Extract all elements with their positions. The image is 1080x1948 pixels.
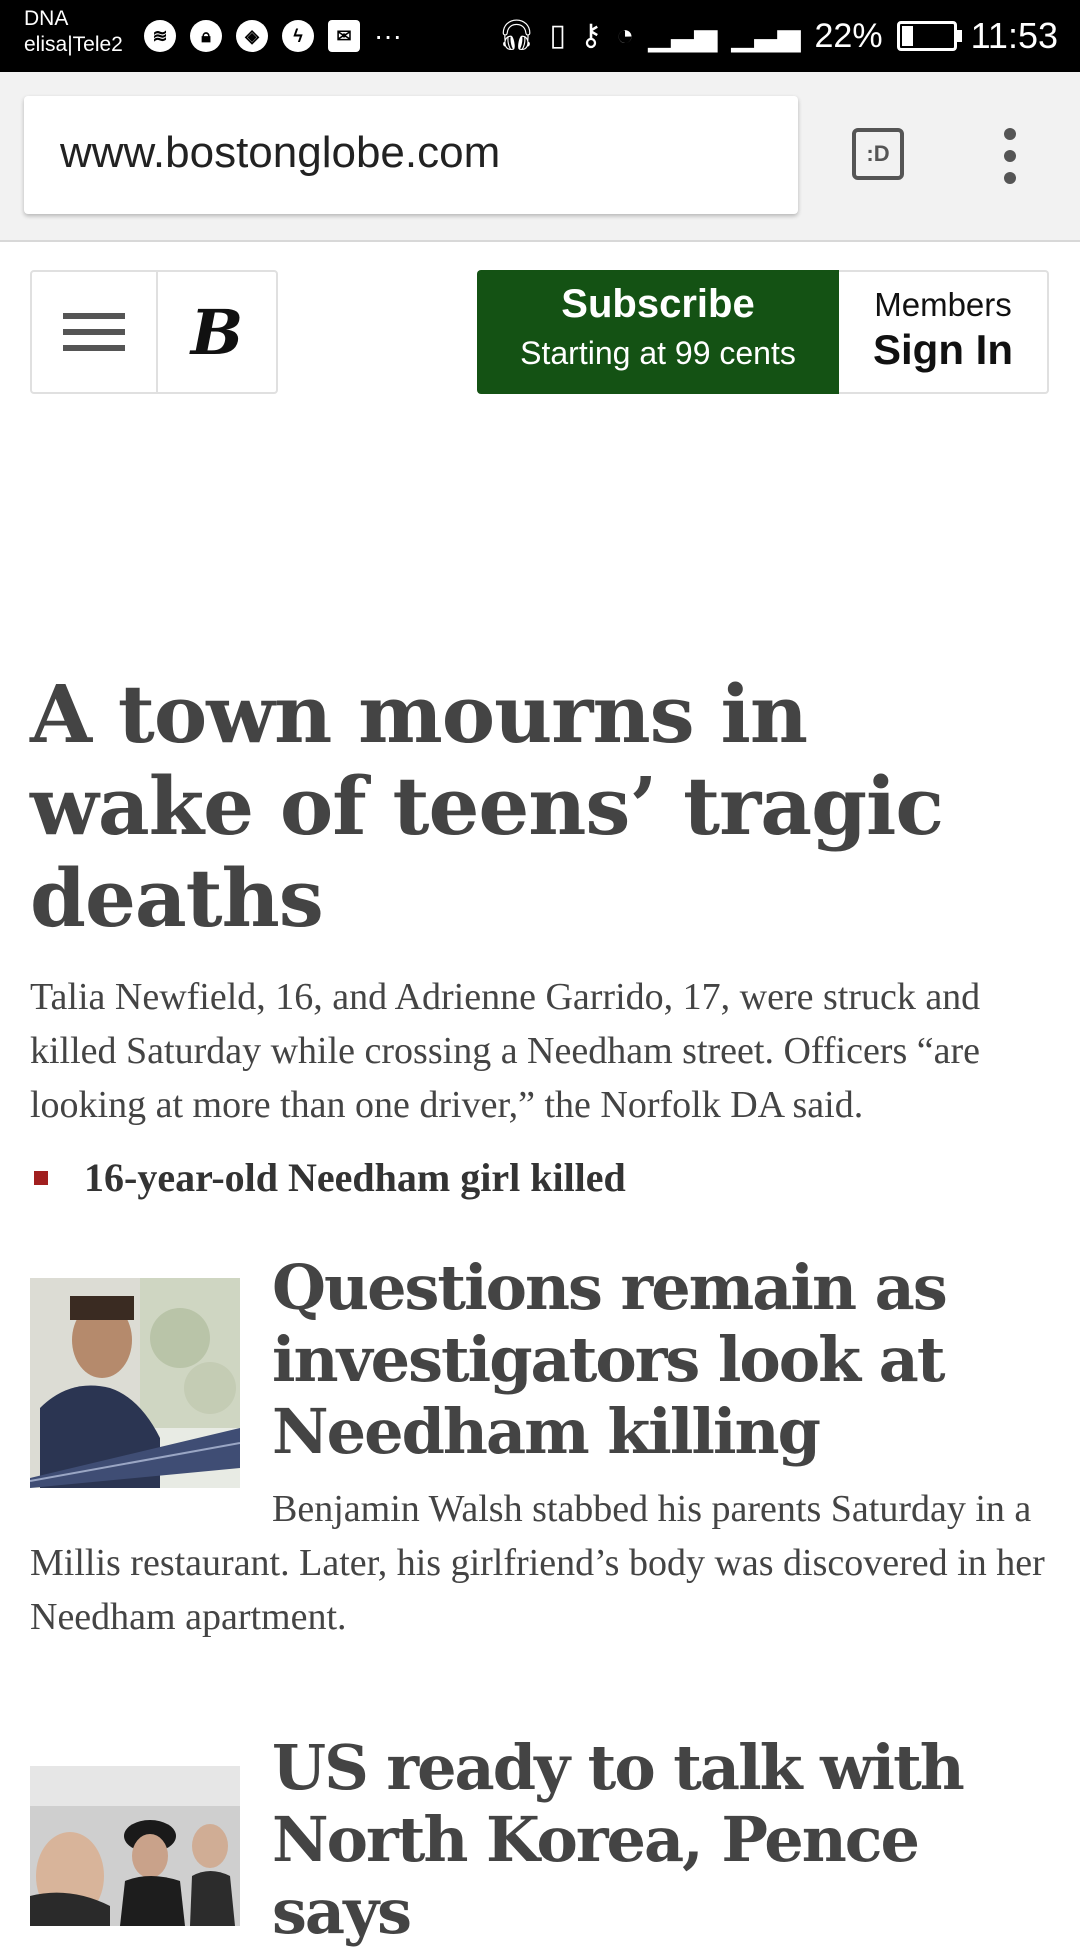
lead-summary: Talia Newfield, 16, and Adrienne Garrido… [30,976,981,1126]
overflow-menu-button[interactable] [996,128,1024,184]
headphones-icon: 🎧︎ [497,19,536,52]
story-card: US ready to talk with North Korea, Pence… [30,1732,1050,1948]
vibrate-icon: ▯ [549,19,566,52]
vpn-key-icon: ⚷ [579,19,602,52]
menu-dot-icon [1004,150,1016,162]
officials-image [30,1766,240,1926]
menu-dot-icon [1004,172,1016,184]
lead-story: A town mourns in wake of teens’ tragic d… [30,668,1050,1201]
boston-globe-logo[interactable]: B [158,272,276,392]
nav-button-group: B [30,270,278,394]
url-text[interactable]: www.bostonglobe.com [60,128,500,178]
carrier-secondary: elisa|Tele2 [24,33,123,56]
hamburger-menu-button[interactable] [32,272,158,392]
mail-icon: ✉ [328,20,360,52]
hamburger-line [63,329,125,335]
notification-icons: ≋ 🔒︎ ◈ ϟ ✉ ··· [144,20,402,52]
related-link[interactable]: 16-year-old Needham girl killed [84,1154,626,1201]
lock-icon: 🔒︎ [190,20,222,52]
man-with-guitar-image [30,1278,240,1488]
clock: 11:53 [970,15,1058,56]
more-notifications-icon: ··· [374,20,402,51]
browser-toolbar: www.bostonglobe.com :D [0,72,1080,242]
address-bar[interactable]: www.bostonglobe.com [24,96,798,214]
subscribe-title: Subscribe [561,282,755,326]
tab-switcher-button[interactable]: :D [852,128,904,180]
hamburger-line [63,313,125,319]
spotify-icon: ≋ [144,20,176,52]
menu-dot-icon [1004,128,1016,140]
signal-icon: ▁▃▅ [648,19,718,52]
story-headline[interactable]: US ready to talk with North Korea, Pence… [272,1732,1050,1948]
status-bar: DNA elisa|Tele2 ≋ 🔒︎ ◈ ϟ ✉ ··· 🎧︎ ▯ ⚷ ◔ … [0,0,1080,72]
battery-fill [901,26,914,46]
story-headline[interactable]: Questions remain as investigators look a… [272,1252,1050,1468]
subscribe-button[interactable]: Subscribe Starting at 99 cents [477,270,839,394]
battery-percent: 22% [814,16,883,55]
story-thumbnail[interactable] [30,1766,240,1926]
signal-roaming-icon: ▁▃▅ [731,19,801,52]
hamburger-line [63,345,125,351]
members-label: Members [874,286,1012,323]
story-summary: Benjamin Walsh stabbed his parents Satur… [30,1488,1045,1638]
lead-headline[interactable]: A town mourns in wake of teens’ tragic d… [30,668,1050,944]
subscribe-subtitle: Starting at 99 cents [520,335,796,371]
system-status: 🎧︎ ▯ ⚷ ◔ ▁▃▅ ▁▃▅ 22% 11:53 [497,14,1058,58]
wifi-icon: ◔ [615,19,635,52]
sign-in-label: Sign In [873,326,1013,373]
related-link-row: 16-year-old Needham girl killed [30,1154,1050,1201]
carrier-primary: DNA [24,7,69,30]
site-header: B Subscribe Starting at 99 cents Members… [0,242,1080,412]
story-card: Questions remain as investigators look a… [30,1252,1050,1652]
carrier-info: DNA elisa|Tele2 [24,6,123,58]
bullet-icon [34,1170,48,1185]
sign-in-button[interactable]: Members Sign In [839,270,1049,394]
story-thumbnail[interactable] [30,1278,240,1488]
shield-icon: ◈ [236,20,268,52]
messenger-icon: ϟ [282,20,314,52]
battery-icon [896,21,962,51]
